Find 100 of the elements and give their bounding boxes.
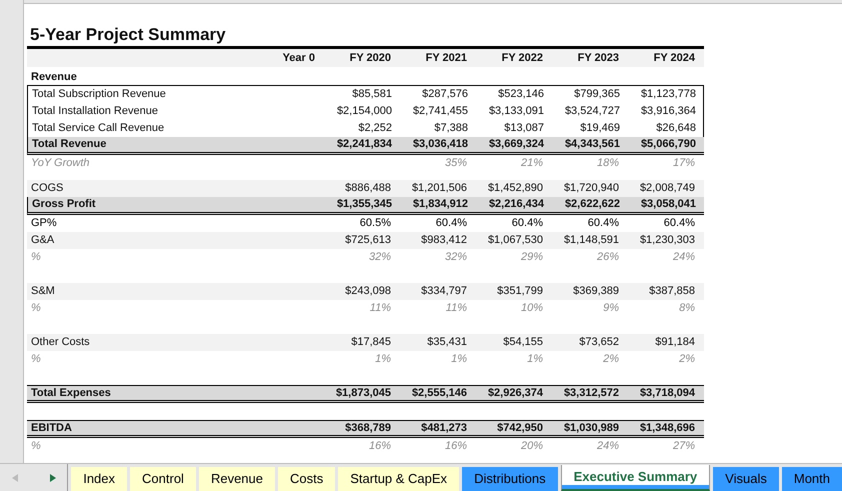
value-cell-text: $3,669,324	[488, 137, 544, 152]
value-cell-text: $368,789	[345, 420, 391, 436]
row-label: Total Service Call Revenue	[31, 121, 166, 136]
value-cell-text: $19,469	[580, 121, 620, 136]
value-cell-text: $35,431	[427, 335, 467, 350]
value-cell-text: 35%	[444, 156, 467, 172]
sheet-tab[interactable]: Distributions	[462, 467, 558, 491]
column-header: FY 2022	[502, 50, 543, 66]
column-header: FY 2021	[426, 50, 467, 66]
sheet-tab[interactable]: Control	[130, 467, 196, 491]
sheet-tab[interactable]: Startup & CapEx	[338, 467, 460, 491]
value-cell-text: $2,216,434	[488, 197, 544, 212]
value-cell-text: 1%	[527, 352, 543, 368]
value-cell-text: $2,008,749	[640, 181, 695, 196]
row-label: YoY Growth	[30, 156, 90, 172]
value-cell-text: 9%	[603, 301, 619, 316]
value-cell-text: 1%	[451, 352, 467, 368]
value-cell-text: $725,613	[345, 233, 391, 248]
row-label: EBITDA	[30, 420, 73, 436]
value-cell-text: 24%	[672, 250, 695, 266]
value-cell-text: $2,555,146	[412, 386, 467, 401]
value-cell-text: $91,184	[655, 335, 695, 350]
row-label: %	[30, 439, 42, 454]
value-cell-text: $287,576	[422, 87, 468, 102]
value-cell-text: $26,648	[656, 121, 696, 136]
row-label: GP%	[30, 216, 58, 232]
value-cell-text: 60.4%	[588, 216, 619, 232]
row-label: Total Expenses	[30, 386, 112, 401]
value-cell-text: 17%	[672, 156, 695, 172]
sheet-tab[interactable]: Revenue	[198, 467, 275, 491]
value-cell-text: $1,355,345	[336, 197, 392, 212]
value-cell-text: $85,581	[352, 87, 392, 102]
row-label: Other Costs	[30, 335, 91, 350]
row-label: Gross Profit	[31, 197, 97, 212]
value-cell-text: 16%	[368, 439, 391, 454]
value-cell-text: $2,154,000	[336, 104, 392, 120]
value-cell-text: $523,146	[498, 87, 544, 102]
value-cell-text: $1,348,696	[640, 420, 695, 436]
column-header: FY 2024	[654, 50, 695, 66]
value-cell-text: 32%	[444, 250, 467, 266]
value-cell-text: 8%	[679, 301, 695, 316]
value-cell-text: $54,155	[503, 335, 543, 350]
value-cell-text: $799,365	[574, 87, 620, 102]
value-cell-text: $1,123,778	[640, 87, 696, 102]
sheet-tab[interactable]: Month	[782, 467, 842, 491]
row-label: Revenue	[30, 70, 78, 85]
value-cell-text: $2,241,834	[336, 137, 392, 152]
value-cell-text: $481,273	[421, 420, 467, 436]
value-cell-text: $7,388	[434, 121, 468, 136]
value-cell-text: $3,718,094	[640, 386, 695, 401]
value-cell-text: 26%	[596, 250, 619, 266]
value-cell-text: 20%	[520, 439, 543, 454]
row-label: %	[30, 250, 42, 266]
value-cell-text: $1,201,506	[412, 181, 467, 196]
scroll-right-icon[interactable]	[50, 474, 56, 482]
column-header: Year 0	[282, 50, 315, 66]
row-label: %	[30, 301, 42, 316]
value-cell-text: $1,148,591	[564, 233, 619, 248]
value-cell-text: 2%	[603, 352, 619, 368]
row-label: Total Installation Revenue	[31, 104, 159, 120]
row-label: G&A	[30, 233, 56, 248]
sheet-tab[interactable]: Index	[71, 467, 128, 491]
value-cell-text: $3,524,727	[564, 104, 620, 120]
value-cell-text: $1,230,303	[640, 233, 695, 248]
value-cell-text: $334,797	[421, 284, 467, 300]
value-cell-text: $3,058,041	[640, 197, 696, 212]
value-cell-text: 60.4%	[512, 216, 543, 232]
value-cell-text: $3,036,418	[412, 137, 468, 152]
value-cell-text: 11%	[370, 301, 391, 316]
value-cell-text: 21%	[520, 156, 543, 172]
value-cell-text: $1,030,989	[564, 420, 619, 436]
value-cell-text: $886,488	[345, 181, 391, 196]
value-cell-text: $351,799	[497, 284, 543, 300]
value-cell-text: 18%	[596, 156, 619, 172]
value-cell-text: 60.4%	[436, 216, 467, 232]
value-cell-text: 60.4%	[664, 216, 695, 232]
value-cell-text: $13,087	[504, 121, 544, 136]
value-cell-text: 2%	[679, 352, 695, 368]
value-cell-text: 1%	[375, 352, 391, 368]
value-cell-text: $1,452,890	[488, 181, 543, 196]
value-cell-text: $73,652	[579, 335, 619, 350]
value-cell-text: 24%	[596, 439, 619, 454]
value-cell-text: $3,133,091	[488, 104, 544, 120]
value-cell-text: $3,916,364	[640, 104, 696, 120]
sheet-tab[interactable]: Executive Summary	[560, 465, 710, 491]
value-cell-text: $243,098	[345, 284, 391, 300]
value-cell-text: $4,343,561	[564, 137, 620, 152]
value-cell-text: $369,389	[573, 284, 619, 300]
value-cell-text: $1,067,530	[488, 233, 543, 248]
value-cell-text: $5,066,790	[640, 137, 696, 152]
sheet-tab[interactable]: Costs	[278, 467, 336, 491]
value-cell-text: $17,845	[351, 335, 391, 350]
row-label: Total Subscription Revenue	[31, 87, 167, 102]
value-cell-text: $1,720,940	[564, 181, 619, 196]
value-cell-text: 60.5%	[360, 216, 391, 232]
value-cell-text: $2,741,455	[412, 104, 468, 120]
value-cell-text: 29%	[520, 250, 543, 266]
value-cell-text: $983,412	[421, 233, 467, 248]
sheet-tab[interactable]: Visuals	[713, 467, 779, 491]
value-cell-text: $387,858	[649, 284, 695, 300]
